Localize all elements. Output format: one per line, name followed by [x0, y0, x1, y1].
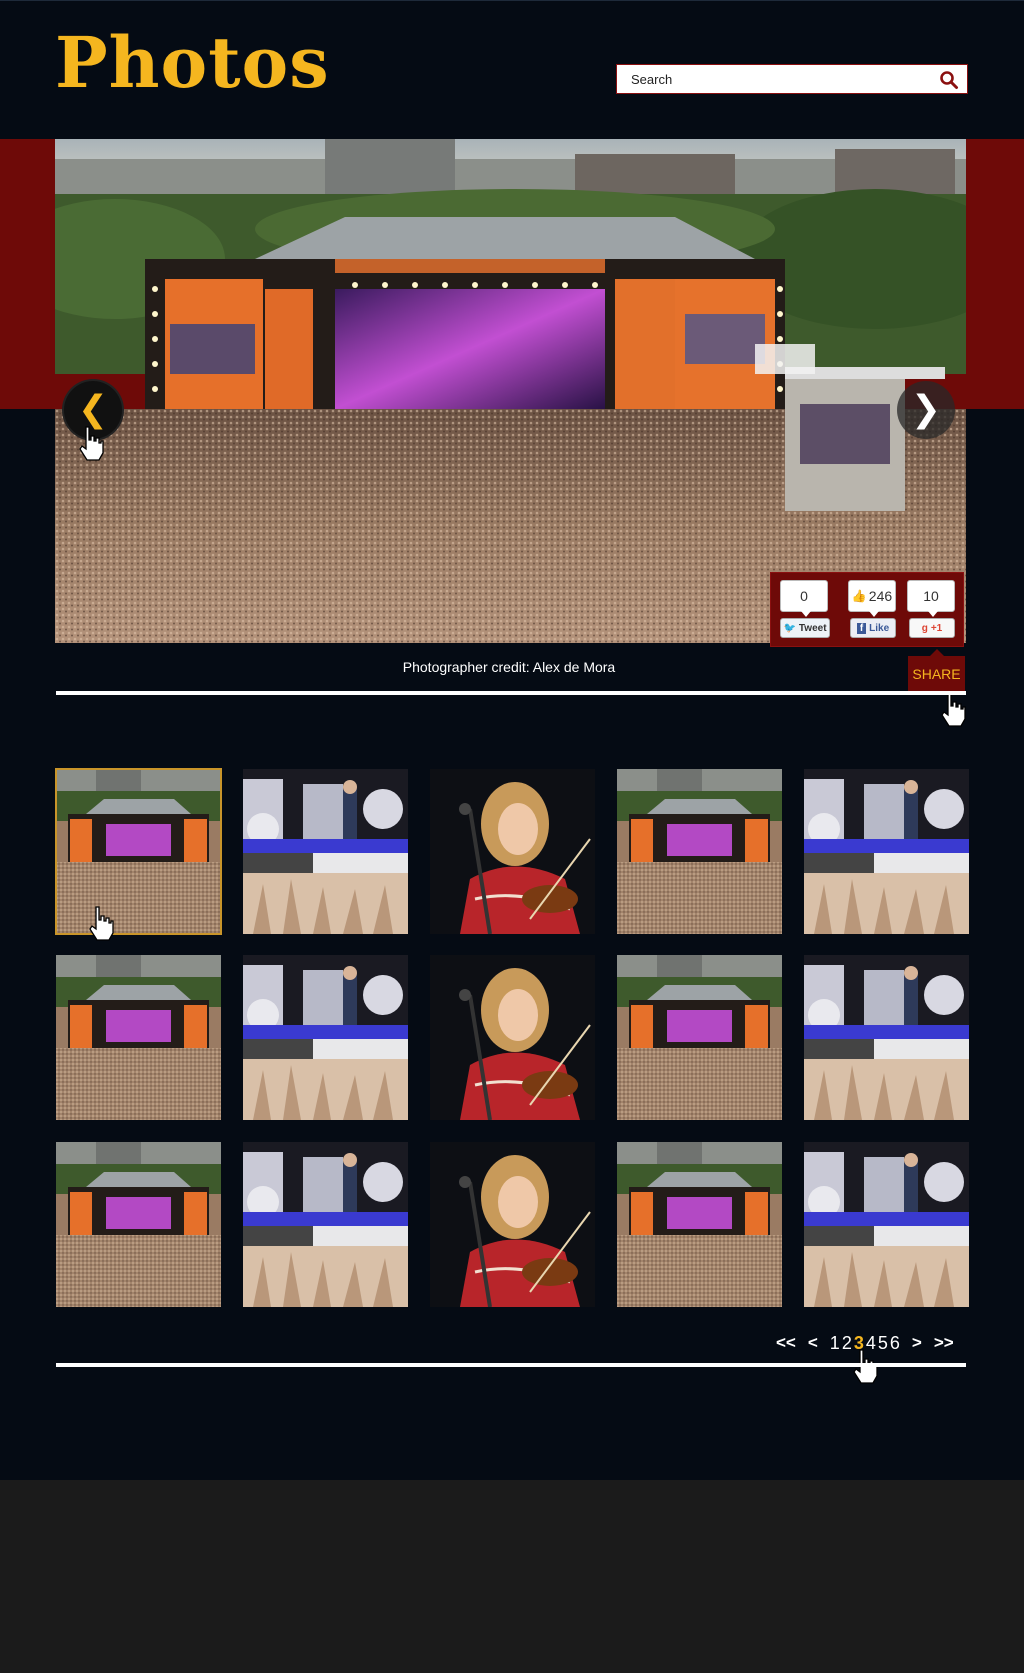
- thumbnail-band-on-stage[interactable]: [243, 955, 408, 1120]
- thumbnail-festival-stage[interactable]: [55, 768, 222, 935]
- tweet-button[interactable]: 🐦 Tweet: [780, 618, 830, 638]
- thumbnail-band-on-stage[interactable]: [243, 769, 408, 934]
- chevron-left-icon: ❮: [77, 389, 109, 430]
- photo-credit: Photographer credit: Alex de Mora: [402, 659, 616, 675]
- thumbnail-band-on-stage[interactable]: [804, 769, 969, 934]
- hero-photo: [55, 139, 966, 643]
- page-title: Photos: [55, 21, 330, 104]
- thumbs-up-icon: 👍: [851, 589, 867, 603]
- page-link-6[interactable]: 6: [890, 1333, 900, 1354]
- google-plus-button[interactable]: g +1: [909, 618, 955, 638]
- like-label: Like: [869, 622, 890, 634]
- thumbnail-festival-stage[interactable]: [617, 769, 782, 934]
- thumbnail-festival-stage[interactable]: [56, 955, 221, 1120]
- facebook-icon: f: [856, 622, 867, 634]
- twitter-icon: 🐦: [783, 622, 796, 634]
- hand-cursor-icon: [89, 906, 114, 941]
- thumbnail-band-on-stage[interactable]: [243, 1142, 408, 1307]
- hand-cursor-icon: [79, 426, 104, 461]
- share-panel: 0 👍 246 10 🐦 Tweet f Like g +1: [770, 572, 964, 647]
- footer: [0, 1480, 1024, 1673]
- thumbnail-violinist[interactable]: [430, 955, 595, 1120]
- prev-page-link[interactable]: <: [808, 1333, 818, 1353]
- search-box: [616, 64, 968, 94]
- page: Photos Search ❮ ❯ 0 👍 246 10 🐦 Tweet f L…: [0, 0, 1024, 1480]
- facebook-like-button[interactable]: f Like: [850, 618, 896, 638]
- thumbnail-violinist[interactable]: [430, 769, 595, 934]
- divider: [56, 691, 966, 695]
- like-count: 👍 246: [848, 580, 896, 617]
- thumbnail-band-on-stage[interactable]: [804, 955, 969, 1120]
- search-icon[interactable]: [939, 70, 959, 90]
- thumbnail-festival-stage[interactable]: [617, 1142, 782, 1307]
- page-link-2[interactable]: 2: [842, 1333, 852, 1354]
- thumbnail-band-on-stage[interactable]: [804, 1142, 969, 1307]
- hand-cursor-icon: [853, 1349, 878, 1384]
- divider: [56, 1363, 966, 1367]
- next-photo-button[interactable]: ❯: [897, 381, 955, 439]
- thumbnail-festival-stage[interactable]: [617, 955, 782, 1120]
- chevron-right-icon: ❯: [910, 389, 942, 430]
- search-input[interactable]: [617, 65, 927, 93]
- tweet-count: 0: [780, 580, 828, 617]
- thumbnail-festival-stage[interactable]: [56, 1142, 221, 1307]
- like-count-value: 246: [868, 588, 893, 604]
- plus-count: 10: [907, 580, 955, 617]
- page-link-1[interactable]: 1: [830, 1333, 840, 1354]
- last-page-link[interactable]: >>: [934, 1333, 954, 1353]
- page-link-5[interactable]: 5: [878, 1333, 888, 1354]
- thumbnail-violinist[interactable]: [430, 1142, 595, 1307]
- thumbnail-grid: [55, 768, 969, 1307]
- google-plus-icon: g: [921, 622, 928, 634]
- tweet-label: Tweet: [798, 622, 827, 634]
- plus-label: +1: [930, 622, 943, 634]
- hand-cursor-icon: [941, 692, 966, 727]
- next-page-link[interactable]: >: [912, 1333, 922, 1353]
- first-page-link[interactable]: <<: [776, 1333, 796, 1353]
